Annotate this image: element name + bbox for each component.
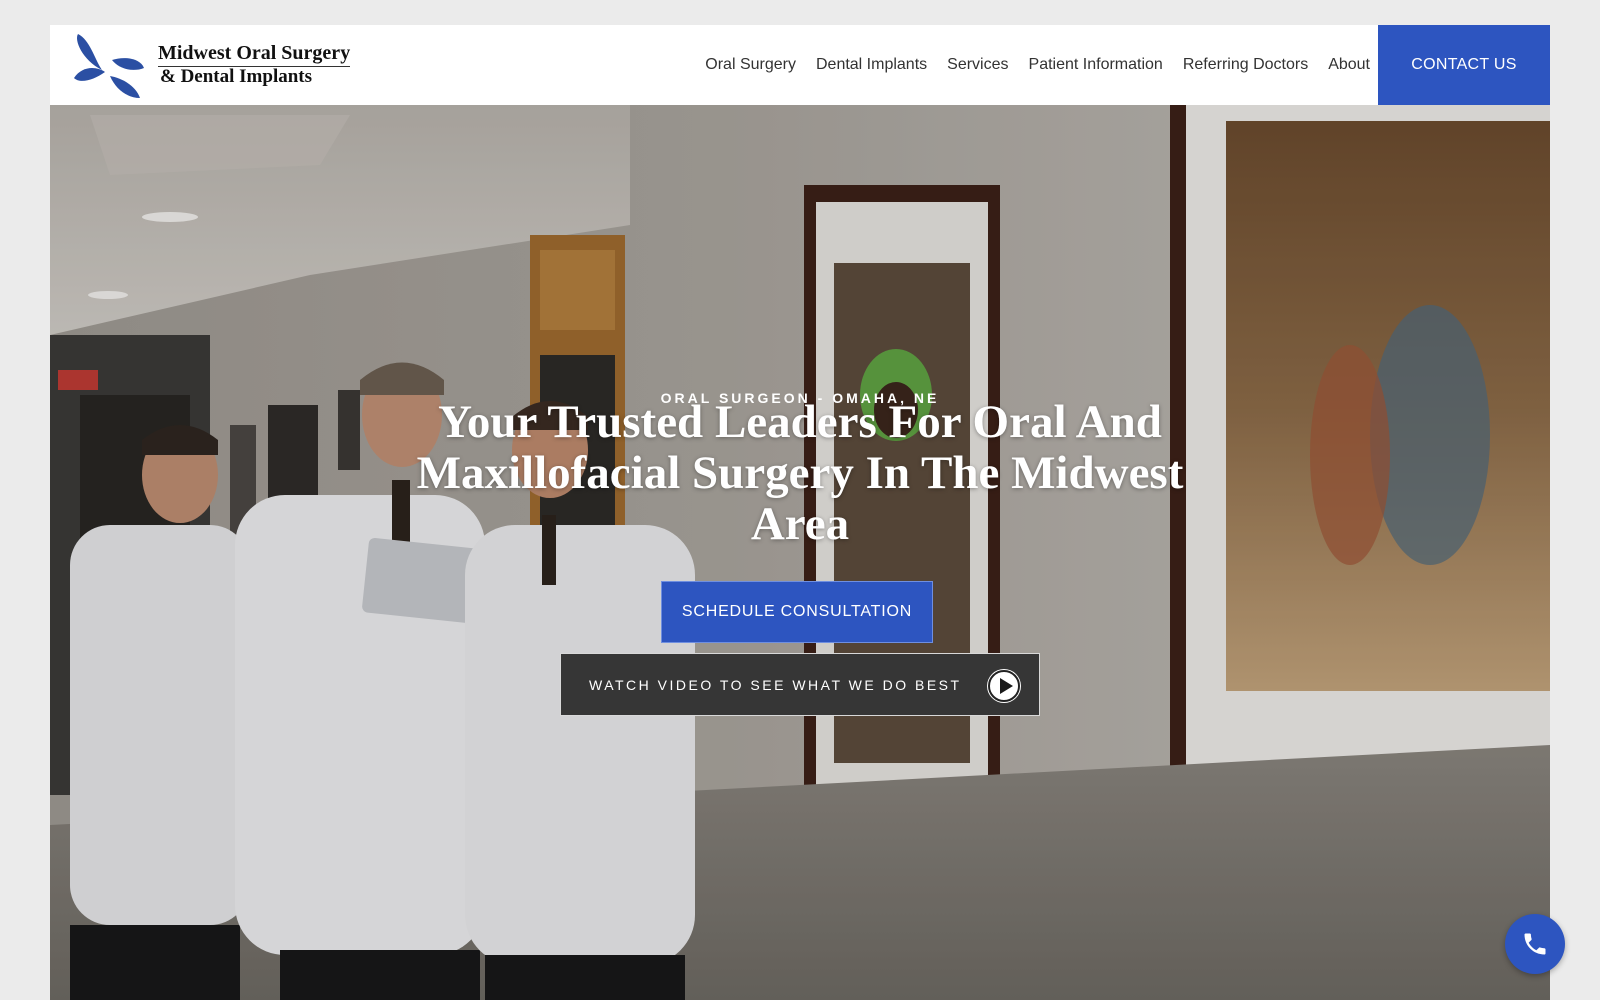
nav-item-about[interactable]: About xyxy=(1328,56,1370,74)
logo-name-line2: & Dental Implants xyxy=(160,66,313,88)
watch-video-label: WATCH VIDEO TO SEE WHAT WE DO BEST xyxy=(589,676,962,693)
hero-content: ORAL SURGEON - OMAHA, NE Your Trusted Le… xyxy=(50,105,1550,1000)
phone-icon xyxy=(1524,933,1546,955)
hero-headline: Your Trusted Leaders For Oral And Maxill… xyxy=(416,396,1184,550)
hero-section: ORAL SURGEON - OMAHA, NE Your Trusted Le… xyxy=(50,105,1550,1000)
nav-item-oral-surgery[interactable]: Oral Surgery xyxy=(705,56,796,74)
nav-item-patient-information[interactable]: Patient Information xyxy=(1029,56,1163,74)
call-button[interactable] xyxy=(1505,914,1565,974)
contact-us-button[interactable]: CONTACT US xyxy=(1378,25,1550,105)
logo-name-line1: Midwest Oral Surgery xyxy=(158,42,351,68)
logo-mark-icon xyxy=(74,34,144,98)
main-nav: Oral Surgery Dental Implants Services Pa… xyxy=(685,25,1370,105)
logo-wordmark: Midwest Oral Surgery & Dental Implants xyxy=(158,42,351,88)
play-icon xyxy=(987,669,1021,703)
site-header: Midwest Oral Surgery & Dental Implants O… xyxy=(50,25,1550,105)
watch-video-button[interactable]: WATCH VIDEO TO SEE WHAT WE DO BEST xyxy=(560,653,1040,716)
nav-item-referring-doctors[interactable]: Referring Doctors xyxy=(1183,56,1308,74)
nav-item-dental-implants[interactable]: Dental Implants xyxy=(816,56,927,74)
site-logo[interactable]: Midwest Oral Surgery & Dental Implants xyxy=(72,30,372,100)
schedule-consultation-button[interactable]: SCHEDULE CONSULTATION xyxy=(661,581,933,643)
page-frame: Midwest Oral Surgery & Dental Implants O… xyxy=(50,25,1550,1000)
nav-item-services[interactable]: Services xyxy=(947,56,1008,74)
